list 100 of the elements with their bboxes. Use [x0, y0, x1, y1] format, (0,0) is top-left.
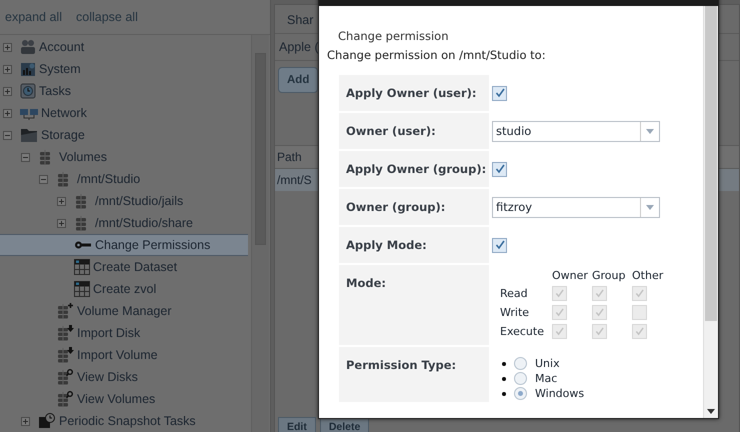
dropdown[interactable]: studio: [492, 120, 660, 142]
dialog-heading: Change permission: [337, 28, 450, 40]
field-label: Owner (group):: [339, 189, 489, 225]
checkmark-icon: [595, 289, 604, 298]
table-icon: [74, 281, 90, 297]
radio-button[interactable]: [514, 372, 527, 385]
bullet-icon: [502, 376, 506, 380]
checkmark-icon: [635, 289, 644, 298]
tree-item[interactable]: /mnt/Studio: [0, 168, 248, 190]
row-label: Write: [500, 306, 530, 319]
checkbox[interactable]: [492, 238, 507, 252]
tree-item-label: Create Dataset: [93, 260, 178, 274]
tree-item-label: Network: [41, 106, 87, 120]
radio-label: Mac: [535, 372, 558, 385]
tree-item[interactable]: Volume Manager: [0, 300, 248, 322]
folder-icon: [20, 127, 38, 143]
column-header[interactable]: Path: [277, 150, 302, 164]
chart-icon: [20, 61, 36, 77]
checkbox[interactable]: [492, 162, 507, 176]
tree-link[interactable]: expand all: [5, 10, 62, 24]
tree-item-label: Change Permissions: [95, 238, 210, 252]
action-button[interactable]: Edit: [278, 417, 316, 432]
column-label: Owner: [552, 269, 589, 282]
tree-item[interactable]: Change Permissions: [0, 234, 248, 256]
tree-item-label: /mnt/Studio/jails: [95, 194, 184, 208]
expand-icon[interactable]: [3, 42, 12, 52]
row-label: Read: [500, 287, 529, 300]
row-label: Execute: [500, 325, 545, 338]
bullet-icon: [502, 362, 506, 366]
users-icon: [20, 39, 36, 55]
radio-button[interactable]: [514, 387, 527, 400]
collapse-icon[interactable]: [39, 174, 48, 184]
table-cell: /mnt/S: [277, 173, 312, 187]
expand-icon[interactable]: [21, 416, 30, 426]
disk-stack-icon: [56, 325, 74, 341]
checkmark-icon: [555, 308, 564, 317]
tree-item[interactable]: Import Volume: [0, 344, 248, 366]
clock-icon: [38, 413, 56, 429]
field-label: Permission Type:: [339, 347, 489, 402]
dialog-intro: Change permission on /mnt/Studio to:: [327, 48, 547, 62]
tree-item[interactable]: Create Dataset: [0, 256, 248, 278]
expand-icon[interactable]: [3, 64, 12, 74]
tree-item-label: Volume Manager: [77, 304, 172, 318]
tree-item[interactable]: System: [0, 58, 248, 80]
tree-item[interactable]: Account: [0, 36, 248, 58]
tree-item[interactable]: /mnt/Studio/share: [0, 212, 248, 234]
tree-link[interactable]: collapse all: [76, 10, 138, 24]
tree-item[interactable]: Storage: [0, 124, 248, 146]
radio-button[interactable]: [514, 357, 527, 370]
checkmark-icon: [494, 240, 504, 250]
tree-item-label: Periodic Snapshot Tasks: [59, 414, 196, 428]
checkmark-icon: [555, 327, 564, 336]
checkmark-icon: [555, 289, 564, 298]
tree-item[interactable]: Volumes: [0, 146, 248, 168]
tree-item[interactable]: View Disks: [0, 366, 248, 388]
field-label: Apply Owner (group):: [339, 151, 489, 187]
column-label: Other: [632, 269, 664, 282]
tree-item-label: Tasks: [39, 84, 71, 98]
checkbox[interactable]: [492, 86, 507, 100]
disk-stack-icon: [56, 369, 74, 385]
dropdown[interactable]: fitzroy: [492, 196, 660, 218]
field-label: Owner (user):: [339, 113, 489, 149]
tree-item[interactable]: Tasks: [0, 80, 248, 102]
tree-item-label: Import Volume: [77, 348, 158, 362]
field-label: Mode:: [339, 265, 489, 345]
radio-label: Unix: [535, 357, 560, 370]
caret-icon: [646, 128, 654, 134]
tree-item[interactable]: Create zvol: [0, 278, 248, 300]
scroll-down-icon[interactable]: [707, 409, 715, 414]
tree-item-label: Storage: [41, 128, 85, 142]
add-button[interactable]: Add: [278, 67, 318, 93]
expand-icon[interactable]: [3, 108, 12, 118]
tree-item[interactable]: Import Disk: [0, 322, 248, 344]
tree-item-label: Create zvol: [93, 282, 156, 296]
tree-item-label: Import Disk: [77, 326, 140, 340]
caret-icon: [646, 204, 654, 210]
tree-item[interactable]: /mnt/Studio/jails: [0, 190, 248, 212]
bullet-icon: [502, 392, 506, 396]
clock-icon: [20, 83, 36, 99]
tree-item[interactable]: Periodic Snapshot Tasks: [0, 410, 248, 432]
tree-item[interactable]: View Volumes: [0, 388, 248, 410]
field-label: Apply Owner (user):: [339, 75, 489, 111]
disk-stack-icon: [56, 303, 74, 319]
collapse-icon[interactable]: [3, 130, 12, 140]
scrollbar[interactable]: [251, 35, 269, 432]
checkmark-icon: [494, 164, 504, 174]
expand-icon[interactable]: [3, 86, 12, 96]
tree-item-label: /mnt/Studio/share: [95, 216, 193, 230]
collapse-icon[interactable]: [21, 152, 30, 162]
tree-item-label: Volumes: [59, 150, 107, 164]
checkmark-icon: [595, 308, 604, 317]
expand-icon[interactable]: [57, 196, 66, 206]
expand-icon[interactable]: [57, 218, 66, 228]
tree-item-label: /mnt/Studio: [77, 172, 140, 186]
tree-item[interactable]: Network: [0, 102, 248, 124]
radio-label: Windows: [535, 387, 584, 400]
tab[interactable]: Shar: [283, 13, 318, 33]
column-label: Group: [592, 269, 626, 282]
tree-item-label: Account: [39, 40, 84, 54]
disk-stack-icon: [56, 347, 74, 363]
